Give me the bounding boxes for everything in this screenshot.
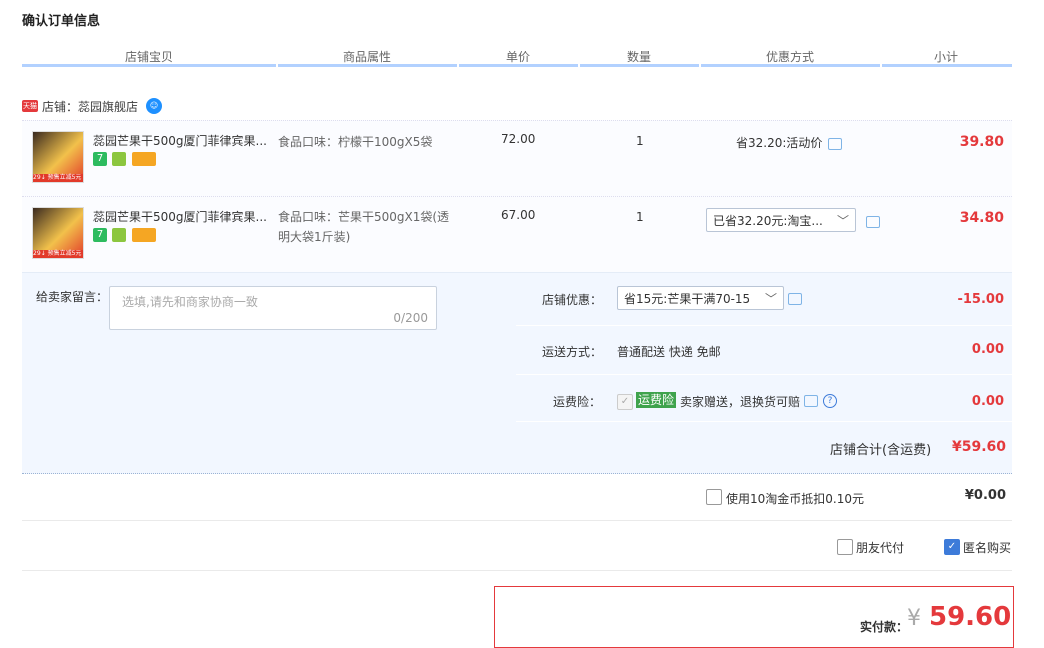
header-shop-item: 店铺宝贝 (125, 50, 174, 64)
shop-discount-select-value: 省15元:芒果干满70-15 (624, 292, 751, 306)
anonymous-label: 匿名购买 (963, 541, 1012, 555)
shop-discount-value: -15.00 (957, 292, 1004, 307)
message-char-count: 0/200 (393, 311, 428, 325)
help-icon[interactable]: ? (823, 394, 837, 408)
discount-text: 省32.20:活动价 (736, 134, 843, 151)
card-payment-icon (132, 228, 156, 242)
product-title[interactable]: 蕊园芒果干500g厦门菲律宾果... (93, 208, 273, 225)
shop-name[interactable]: 店铺：蕊园旗舰店 (42, 98, 138, 115)
wangwang-chat-icon[interactable]: ☺ (146, 98, 163, 114)
comment-icon[interactable] (828, 137, 843, 150)
header-divider (701, 64, 880, 67)
shop-total-label: 店铺合计(含运费) (830, 443, 932, 458)
card-payment-icon (132, 152, 156, 166)
comment-icon[interactable] (804, 395, 818, 407)
payment-label: 实付款： (860, 620, 909, 634)
chevron-down-icon: ﹀ (836, 214, 849, 228)
header-divider (580, 64, 699, 67)
header-quantity: 数量 (627, 50, 652, 64)
product-attributes: 食品口味：芒果干500gX1袋(透明大袋1斤装) (278, 210, 450, 244)
header-divider (459, 64, 578, 67)
insurance-value: 0.00 (971, 394, 1004, 409)
seven-day-return-icon: 7 (93, 152, 107, 166)
product-attributes: 食品口味：柠檬干100gX5袋 (278, 135, 433, 149)
chevron-down-icon: ﹀ (764, 292, 777, 306)
seller-message-input[interactable]: 选填,请先和商家协商一致 0/200 (109, 286, 437, 330)
comment-icon[interactable] (866, 216, 880, 228)
product-title[interactable]: 蕊园芒果干500g厦门菲律宾果... (93, 132, 273, 149)
header-subtotal: 小计 (934, 50, 959, 64)
currency-symbol: ¥ (907, 606, 921, 631)
item-subtotal: 34.80 (959, 210, 1004, 226)
discount-select-value: 已省32.20元:淘宝... (713, 214, 823, 228)
friend-pay-checkbox[interactable] (837, 539, 853, 555)
message-placeholder: 选填,请先和商家协商一致 (122, 295, 258, 309)
quantity: 1 (636, 210, 644, 224)
payment-amount: 59.60 (929, 602, 1012, 632)
header-divider (22, 64, 276, 67)
header-divider (882, 64, 1012, 67)
header-discount: 优惠方式 (766, 50, 815, 64)
seven-day-return-icon: 7 (93, 228, 107, 242)
insurance-checkbox[interactable]: ✓ (617, 394, 633, 410)
coins-value: ¥0.00 (964, 488, 1006, 503)
thumb-tag: 29↓ 预售立减5元 (33, 250, 83, 258)
guarantee-icon (112, 228, 126, 242)
coins-label: 使用10淘金币抵扣0.10元 (726, 492, 864, 506)
header-attributes: 商品属性 (343, 50, 392, 64)
friend-pay-label: 朋友代付 (856, 541, 905, 555)
page-title: 确认订单信息 (22, 14, 101, 29)
unit-price: 67.00 (501, 208, 536, 222)
shipping-value: 0.00 (971, 342, 1004, 357)
insurance-badge: 运费险 (636, 392, 677, 408)
coins-checkbox[interactable] (706, 489, 722, 505)
guarantee-icon (112, 152, 126, 166)
header-unit-price: 单价 (506, 50, 531, 64)
tmall-icon: 天猫 (22, 100, 38, 112)
order-item: 29↓ 预售立减5元 蕊园芒果干500g厦门菲律宾果... 7 食品口味：芒果干… (22, 196, 1012, 273)
message-label: 给卖家留言： (36, 290, 109, 304)
insurance-text: 卖家赠送，退换货可赔 (680, 395, 801, 409)
anonymous-checkbox[interactable]: ✓ (944, 539, 960, 555)
thumb-tag: 29↓ 预售立减5元 (33, 174, 83, 182)
unit-price: 72.00 (501, 132, 536, 146)
shop-discount-select[interactable]: 省15元:芒果干满70-15 ﹀ (617, 286, 784, 310)
shipping-label: 运送方式： (542, 345, 603, 359)
shop-row: 天猫 店铺：蕊园旗舰店 ☺ (22, 96, 163, 116)
shipping-method: 普通配送 快递 免邮 (617, 345, 721, 359)
insurance-label: 运费险： (553, 395, 602, 409)
discount-label: 省32.20:活动价 (736, 136, 823, 150)
shop-discount-label: 店铺优惠： (542, 293, 603, 307)
product-thumbnail[interactable]: 29↓ 预售立减5元 (32, 207, 84, 259)
divider (22, 520, 1012, 521)
item-subtotal: 39.80 (959, 134, 1004, 150)
comment-icon[interactable] (788, 293, 802, 305)
quantity: 1 (636, 134, 644, 148)
discount-select[interactable]: 已省32.20元:淘宝... ﹀ (706, 208, 856, 232)
shop-total-value: ¥59.60 (951, 439, 1006, 455)
header-divider (278, 64, 457, 67)
product-thumbnail[interactable]: 29↓ 预售立减5元 (32, 131, 84, 183)
order-item: 29↓ 预售立减5元 蕊园芒果干500g厦门菲律宾果... 7 食品口味：柠檬干… (22, 120, 1012, 197)
divider (22, 570, 1012, 571)
